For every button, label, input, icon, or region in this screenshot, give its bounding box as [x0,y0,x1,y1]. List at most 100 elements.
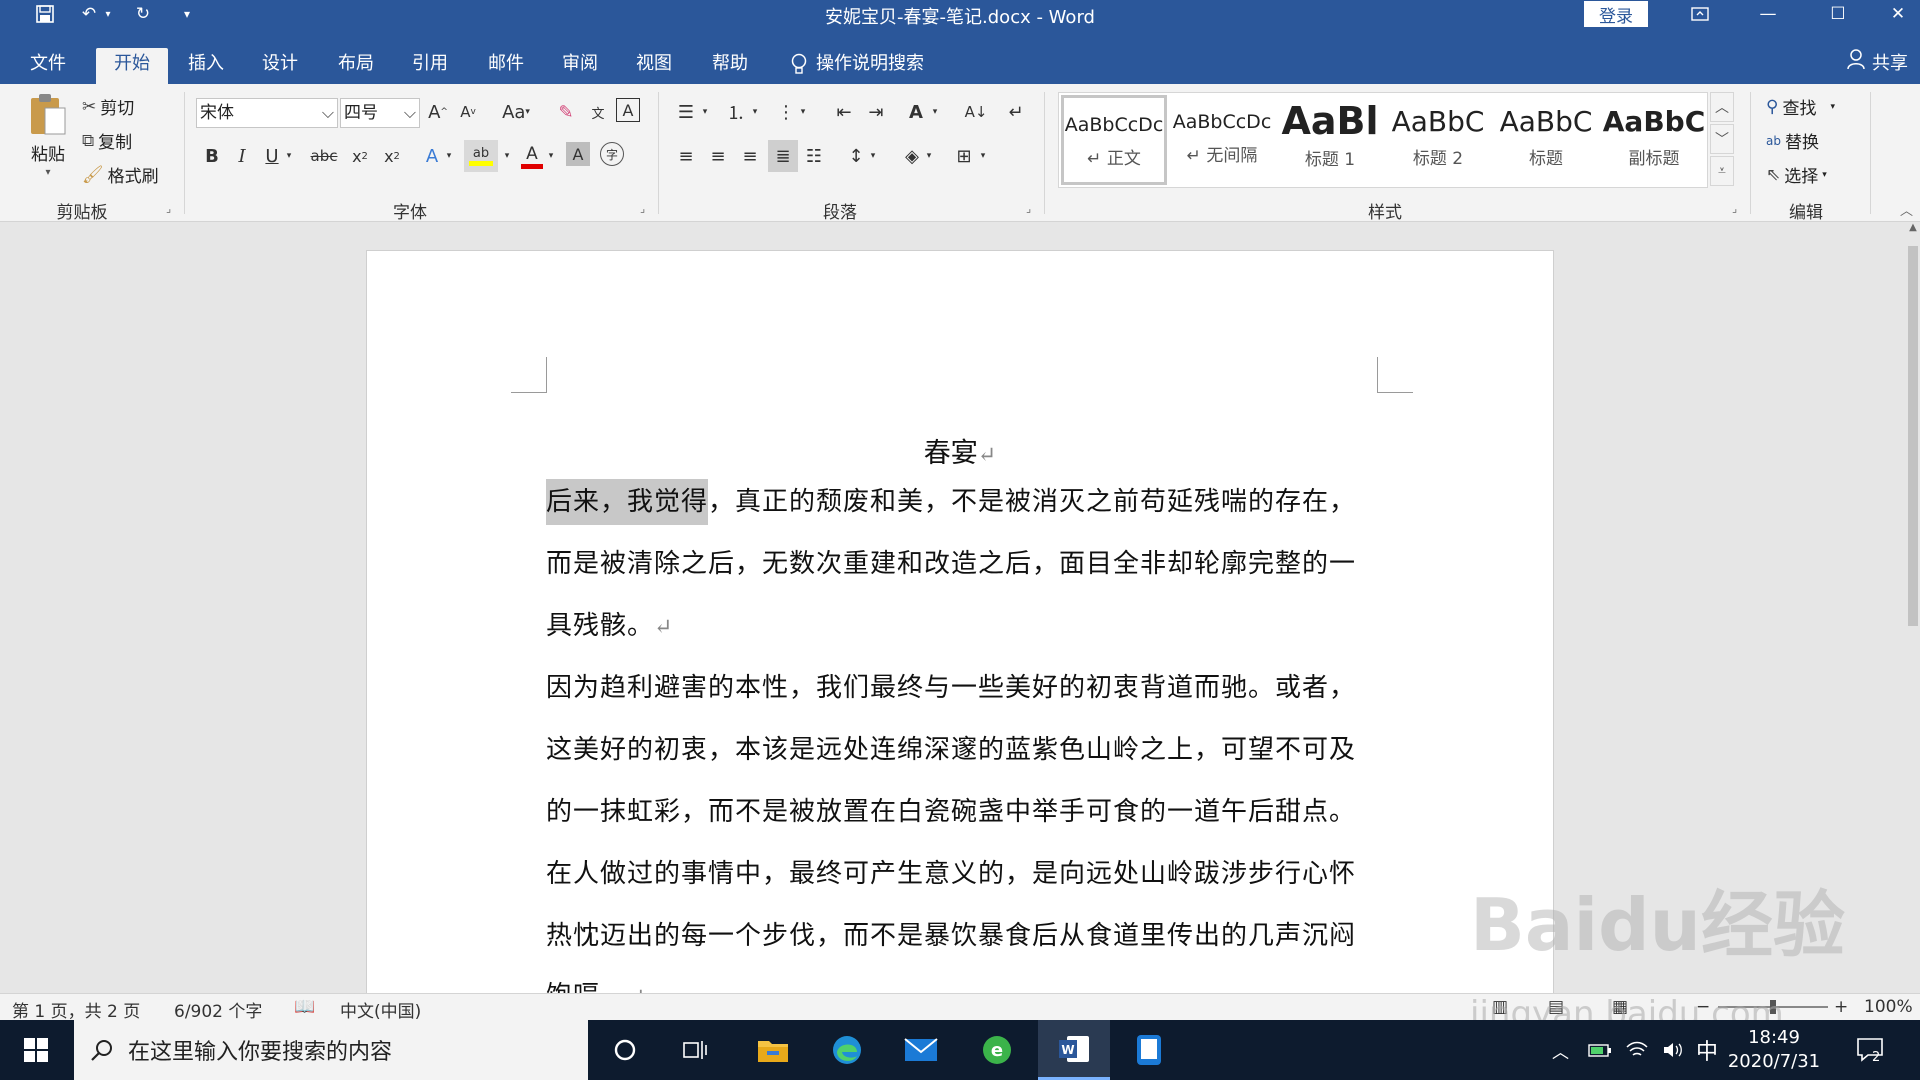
document-heading[interactable]: 春宴↵ [367,431,1553,470]
collapse-ribbon-icon[interactable]: ︿ [1900,200,1913,219]
style-subtitle[interactable]: AaBbC 副标题 [1601,95,1707,185]
document-line[interactable]: 后来，我觉得，真正的颓废和美，不是被消灭之前苟延残喘的存在， [546,479,1356,525]
chinese-layout-icon[interactable]: A [902,98,930,126]
tell-me-search[interactable]: 操作说明搜索 [790,48,924,80]
align-center-icon[interactable]: ≡ [704,142,732,170]
text-effects-dropdown-icon[interactable]: ▾ [442,142,456,170]
replace-button[interactable]: ab 替换 [1766,128,1819,153]
grow-font-icon[interactable]: A ^ [424,98,452,126]
shading-dropdown-icon[interactable]: ▾ [922,142,936,170]
enclose-characters-icon[interactable]: 字 [600,142,624,166]
find-button[interactable]: ⚲ 查找 ▾ [1766,94,1835,120]
wifi-icon[interactable] [1626,1020,1648,1080]
document-line[interactable]: 热忱迈出的每一个步伐，而不是暴饮暴食后从食道里传出的几声沉闷 [546,915,1356,952]
line-spacing-dropdown-icon[interactable]: ▾ [866,142,880,170]
share-button[interactable]: 共享 [1846,48,1908,80]
tab-home[interactable]: 开始 [96,48,168,84]
gallery-more-icon[interactable]: ⩡ [1710,156,1734,186]
clear-formatting-icon[interactable]: ✎ [552,98,580,126]
character-border-icon[interactable]: A [616,98,640,122]
edge-browser-icon[interactable] [814,1020,880,1080]
close-icon[interactable]: ✕ [1868,0,1920,28]
style-no-spacing[interactable]: AaBbCcDc ↵ 无间隔 [1169,95,1275,185]
character-shading-icon[interactable]: A [566,142,590,166]
increase-indent-icon[interactable]: ⇥ [862,98,890,126]
tab-view[interactable]: 视图 [622,48,686,84]
ime-indicator[interactable]: 中 [1696,1020,1718,1080]
style-normal[interactable]: AaBbCcDc ↵ 正文 [1061,95,1167,185]
language-indicator[interactable]: 中文(中国) [340,997,421,1022]
document-line[interactable]: 因为趋利避害的本性，我们最终与一些美好的初衷背道而驰。或者， [546,667,1356,704]
justify-icon[interactable]: ≣ [768,140,798,172]
paste-button[interactable]: 粘贴 ▾ [26,92,70,178]
mail-icon[interactable] [888,1020,954,1080]
phonetic-guide-icon[interactable]: 文 [584,98,612,126]
login-button[interactable]: 登录 [1584,1,1648,27]
strikethrough-icon[interactable]: abc [310,142,338,170]
word-count[interactable]: 6/902 个字 [174,997,262,1022]
proofing-icon[interactable]: 📖 [294,997,315,1017]
shrink-font-icon[interactable]: Av [454,98,482,126]
select-dropdown-icon[interactable]: ▾ [1822,170,1827,180]
tab-layout[interactable]: 布局 [324,48,388,84]
volume-icon[interactable] [1662,1020,1684,1080]
bullets-dropdown-icon[interactable]: ▾ [698,98,712,126]
multilevel-dropdown-icon[interactable]: ▾ [796,98,810,126]
font-color-dropdown-icon[interactable]: ▾ [544,142,558,170]
align-right-icon[interactable]: ≡ [736,142,764,170]
style-heading-2[interactable]: AaBbC 标题 2 [1385,95,1491,185]
superscript-icon[interactable]: x2 [378,142,406,170]
change-case-icon[interactable]: Aa ▾ [494,98,538,126]
task-view-icon[interactable] [662,1020,728,1080]
show-formatting-marks-icon[interactable]: ↵ [1002,98,1030,126]
tab-file[interactable]: 文件 [16,48,80,84]
decrease-indent-icon[interactable]: ⇤ [830,98,858,126]
font-size-combo[interactable]: 四号 ⌵ [340,98,420,128]
document-line[interactable]: 而是被清除之后，无数次重建和改造之后，面目全非却轮廓完整的一 [546,543,1356,580]
gallery-up-icon[interactable]: ︿ [1710,92,1734,122]
cut-button[interactable]: ✂ 剪切 [82,94,134,120]
chevron-down-icon[interactable]: ⌵ [322,99,334,127]
font-color-icon[interactable]: A [518,140,546,172]
paste-dropdown-icon[interactable]: ▾ [45,167,50,178]
style-heading-1[interactable]: AaBl 标题 1 [1277,95,1383,185]
numbering-icon[interactable]: ⒈ [722,98,750,126]
underline-dropdown-icon[interactable]: ▾ [282,142,296,170]
numbering-dropdown-icon[interactable]: ▾ [748,98,762,126]
ribbon-display-options-icon[interactable] [1670,0,1730,28]
clipboard-launcher-icon[interactable]: ⌟ [166,202,171,215]
start-button[interactable] [0,1020,72,1080]
taskbar-search-box[interactable]: 在这里输入你要搜索的内容 [74,1020,588,1080]
highlight-color-icon[interactable]: ab [464,140,498,172]
minimize-icon[interactable]: — [1738,0,1798,28]
system-clock[interactable]: 18:49 2020/7/31 [1726,1026,1822,1074]
sort-icon[interactable]: A↓ [962,98,990,126]
chinese-layout-dropdown-icon[interactable]: ▾ [928,98,942,126]
select-button[interactable]: ⇖ 选择 ▾ [1766,162,1827,188]
align-left-icon[interactable]: ≡ [672,142,700,170]
file-explorer-icon[interactable] [740,1020,806,1080]
document-line[interactable]: 具残骸。↵ [546,605,673,642]
notification-center-icon[interactable]: 2 [1856,1020,1886,1080]
tab-review[interactable]: 审阅 [548,48,612,84]
styles-launcher-icon[interactable]: ⌟ [1732,202,1737,215]
distributed-icon[interactable]: ☷ [800,142,828,170]
document-line[interactable]: 在人做过的事情中，最终可产生意义的，是向远处山岭跋涉步行心怀 [546,853,1356,890]
subscript-icon[interactable]: x2 [346,142,374,170]
word-app-icon[interactable]: W [1038,1020,1110,1080]
chevron-down-icon[interactable]: ⌵ [404,99,416,127]
borders-icon[interactable]: ⊞ [950,142,978,170]
font-name-combo[interactable]: 宋体 ⌵ [196,98,338,128]
find-dropdown-icon[interactable]: ▾ [1830,102,1835,112]
paragraph-launcher-icon[interactable]: ⌟ [1026,202,1031,215]
maximize-icon[interactable]: ☐ [1808,0,1868,28]
tab-design[interactable]: 设计 [248,48,312,84]
copy-button[interactable]: ⧉ 复制 [82,128,132,154]
tab-mailings[interactable]: 邮件 [474,48,538,84]
battery-icon[interactable] [1588,1020,1612,1080]
page-count[interactable]: 第 1 页，共 2 页 [12,997,140,1022]
bold-icon[interactable]: B [198,142,226,170]
phone-app-icon[interactable] [1116,1020,1182,1080]
highlight-dropdown-icon[interactable]: ▾ [500,142,514,170]
style-title[interactable]: AaBbC 标题 [1493,95,1599,185]
